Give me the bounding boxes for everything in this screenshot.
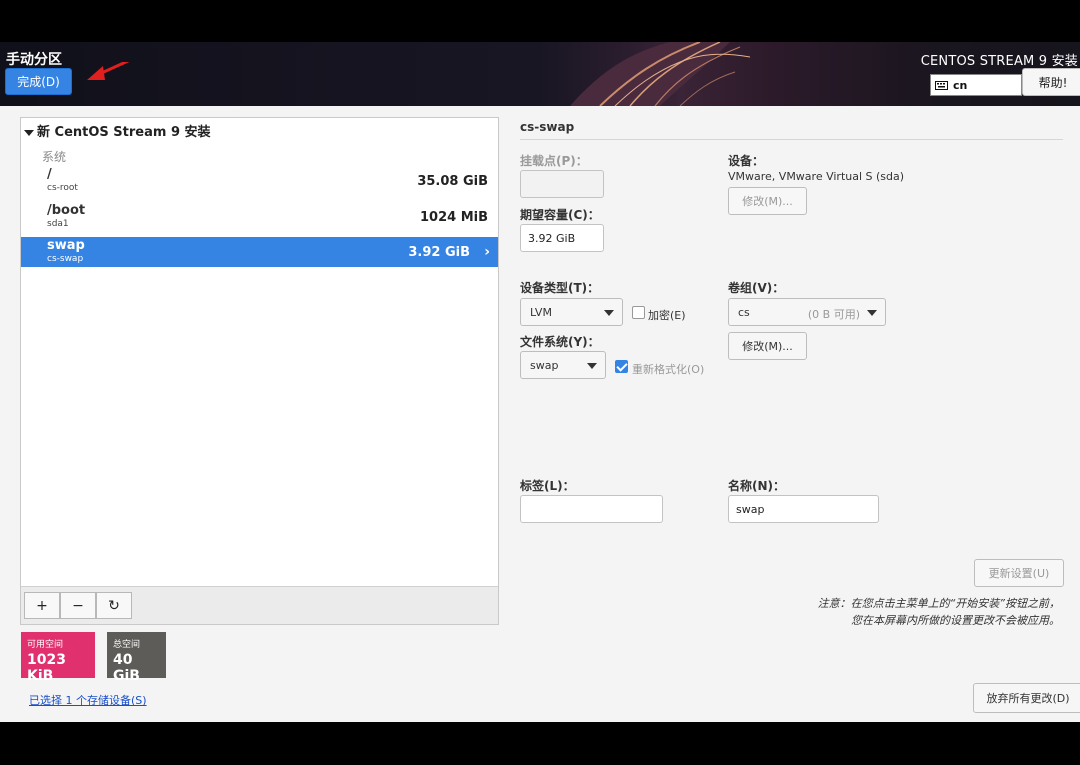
selected-storage-devices-link[interactable]: 已选择 1 个存储设备(S) bbox=[29, 692, 147, 708]
available-space-label: 可用空间 bbox=[27, 640, 64, 650]
device-type-value: LVM bbox=[530, 305, 552, 319]
partition-row-swap[interactable]: swap cs-swap 3.92 GiB › bbox=[21, 237, 498, 267]
partition-toolbar: + − ↻ bbox=[21, 586, 498, 624]
device-name: sda1 bbox=[47, 219, 69, 229]
done-button[interactable]: 完成(D) bbox=[5, 68, 72, 95]
partition-size: 3.92 GiB bbox=[408, 245, 470, 260]
volume-group-label: 卷组(V)： bbox=[728, 281, 785, 295]
installer-screen: 手动分区 完成(D) CENTOS STREAM 9 安装 cn 帮助! 新 C… bbox=[0, 42, 1080, 722]
partition-row-boot[interactable]: /boot sda1 1024 MiB bbox=[21, 202, 498, 232]
chevron-down-icon bbox=[867, 310, 877, 316]
available-space-value: 1023 KiB bbox=[27, 652, 66, 684]
mount-point: /boot bbox=[47, 203, 86, 218]
keyboard-layout-indicator[interactable]: cn bbox=[930, 74, 1022, 96]
note-line-2: 您在本屏幕内所做的设置更改不会被应用。 bbox=[851, 614, 1060, 627]
volume-group-modify-button[interactable]: 修改(M)... bbox=[728, 332, 807, 360]
tag-input[interactable] bbox=[520, 495, 663, 523]
tag-label: 标签(L)： bbox=[520, 479, 575, 493]
add-partition-button[interactable]: + bbox=[24, 592, 60, 619]
reformat-label: 重新格式化(O) bbox=[632, 363, 705, 376]
detail-title: cs-swap bbox=[520, 120, 575, 134]
mount-point-label: 挂载点(P)： bbox=[520, 154, 588, 168]
mount-point: / bbox=[47, 167, 52, 182]
installation-root[interactable]: 新 CentOS Stream 9 安装 bbox=[24, 121, 211, 140]
total-space-label: 总空间 bbox=[113, 640, 141, 650]
divider bbox=[520, 139, 1063, 140]
encrypt-checkbox[interactable] bbox=[632, 306, 645, 319]
device-type-label: 设备类型(T)： bbox=[520, 281, 600, 295]
name-label: 名称(N)： bbox=[728, 479, 786, 493]
capacity-label: 期望容量(C)： bbox=[520, 208, 600, 222]
chevron-down-icon bbox=[587, 363, 597, 369]
refresh-icon[interactable]: ↻ bbox=[96, 592, 132, 619]
chevron-right-icon: › bbox=[484, 244, 490, 260]
device-label: 设备： bbox=[728, 154, 765, 168]
keyboard-icon bbox=[935, 80, 948, 90]
update-settings-button[interactable]: 更新设置(U) bbox=[974, 559, 1064, 587]
page-title: 手动分区 bbox=[6, 52, 62, 68]
partition-size: 35.08 GiB bbox=[417, 174, 488, 189]
note-line-1: 注意：在您点击主菜单上的“开始安装”按钮之前， bbox=[817, 597, 1060, 610]
capacity-input[interactable]: 3.92 GiB bbox=[520, 224, 604, 252]
device-modify-button[interactable]: 修改(M)... bbox=[728, 187, 807, 215]
remove-partition-button[interactable]: − bbox=[60, 592, 96, 619]
reformat-checkbox[interactable] bbox=[615, 360, 628, 373]
product-title: CENTOS STREAM 9 安装 bbox=[920, 54, 1078, 69]
encrypt-label: 加密(E) bbox=[648, 309, 686, 322]
total-space-value: 40 GiB bbox=[113, 652, 140, 684]
filesystem-dropdown[interactable]: swap bbox=[520, 351, 606, 379]
filesystem-label: 文件系统(Y)： bbox=[520, 335, 600, 349]
partition-size: 1024 MiB bbox=[419, 210, 488, 225]
volume-group-dropdown[interactable]: cs (0 B 可用) bbox=[728, 298, 886, 326]
discard-all-changes-button[interactable]: 放弃所有更改(D) bbox=[973, 683, 1080, 713]
mount-point: swap bbox=[47, 238, 85, 253]
device-type-dropdown[interactable]: LVM bbox=[520, 298, 623, 326]
device-name: cs-root bbox=[47, 183, 78, 193]
name-input[interactable]: swap bbox=[728, 495, 879, 523]
help-button[interactable]: 帮助! bbox=[1022, 68, 1080, 96]
keyboard-layout-label: cn bbox=[953, 78, 968, 92]
installation-root-label: 新 CentOS Stream 9 安装 bbox=[37, 125, 211, 140]
header-artwork bbox=[560, 42, 780, 106]
volume-group-free: (0 B 可用) bbox=[807, 308, 860, 321]
mount-point-input[interactable] bbox=[520, 170, 604, 198]
volume-group-value: cs bbox=[738, 305, 750, 319]
partition-tree: 新 CentOS Stream 9 安装 系统 / cs-root 35.08 … bbox=[20, 117, 499, 625]
available-space-box: 可用空间 1023 KiB bbox=[21, 632, 95, 684]
chevron-down-icon bbox=[604, 310, 614, 316]
device-value: VMware, VMware Virtual S (sda) bbox=[728, 170, 905, 183]
group-label-system: 系统 bbox=[42, 150, 67, 164]
expand-triangle-icon bbox=[24, 129, 34, 136]
total-space-box: 总空间 40 GiB bbox=[107, 632, 166, 684]
device-name: cs-swap bbox=[47, 254, 84, 264]
filesystem-value: swap bbox=[530, 358, 559, 372]
annotation-arrow-icon bbox=[87, 62, 130, 80]
partition-row-root[interactable]: / cs-root 35.08 GiB bbox=[21, 166, 498, 196]
